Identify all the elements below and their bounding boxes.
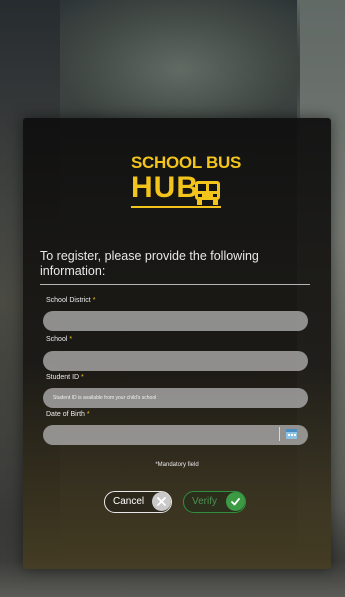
logo-line-2: HUB bbox=[131, 171, 199, 204]
school-district-label-text: School District bbox=[46, 297, 91, 304]
date-of-birth-label: Date of Birth * bbox=[46, 411, 90, 418]
bus-icon bbox=[195, 181, 220, 205]
required-mark: * bbox=[86, 411, 90, 418]
student-id-label: Student ID * bbox=[46, 374, 84, 381]
school-label-text: School bbox=[46, 336, 68, 343]
student-id-field[interactable] bbox=[43, 388, 308, 408]
school-label: School * bbox=[46, 336, 72, 343]
close-icon bbox=[152, 492, 171, 511]
school-district-field[interactable] bbox=[43, 311, 308, 331]
date-of-birth-field[interactable] bbox=[43, 425, 308, 445]
required-mark: * bbox=[69, 336, 73, 343]
calendar-separator bbox=[279, 427, 280, 441]
school-district-label: School District * bbox=[46, 297, 95, 304]
required-mark: * bbox=[92, 297, 96, 304]
cancel-label: Cancel bbox=[113, 496, 145, 507]
cancel-button[interactable]: Cancel bbox=[104, 491, 172, 513]
mandatory-note: *Mandatory field bbox=[155, 462, 199, 468]
logo-line-1: SCHOOL BUS bbox=[131, 153, 242, 172]
student-id-label-text: Student ID bbox=[46, 374, 80, 381]
intro-text: To register, please provide the followin… bbox=[40, 249, 259, 278]
verify-button[interactable]: Verify bbox=[183, 491, 246, 513]
school-bus-hub-logo: SCHOOL BUS HUB bbox=[131, 153, 241, 219]
check-icon bbox=[226, 492, 245, 511]
divider bbox=[40, 284, 310, 285]
required-mark: * bbox=[81, 374, 84, 381]
school-field[interactable] bbox=[43, 351, 308, 371]
verify-label: Verify bbox=[192, 496, 218, 507]
date-of-birth-label-text: Date of Birth bbox=[46, 411, 85, 418]
logo-underline bbox=[131, 206, 221, 208]
calendar-icon[interactable] bbox=[285, 427, 298, 440]
registration-dialog: SCHOOL BUS HUB To register, please provi… bbox=[23, 118, 331, 569]
